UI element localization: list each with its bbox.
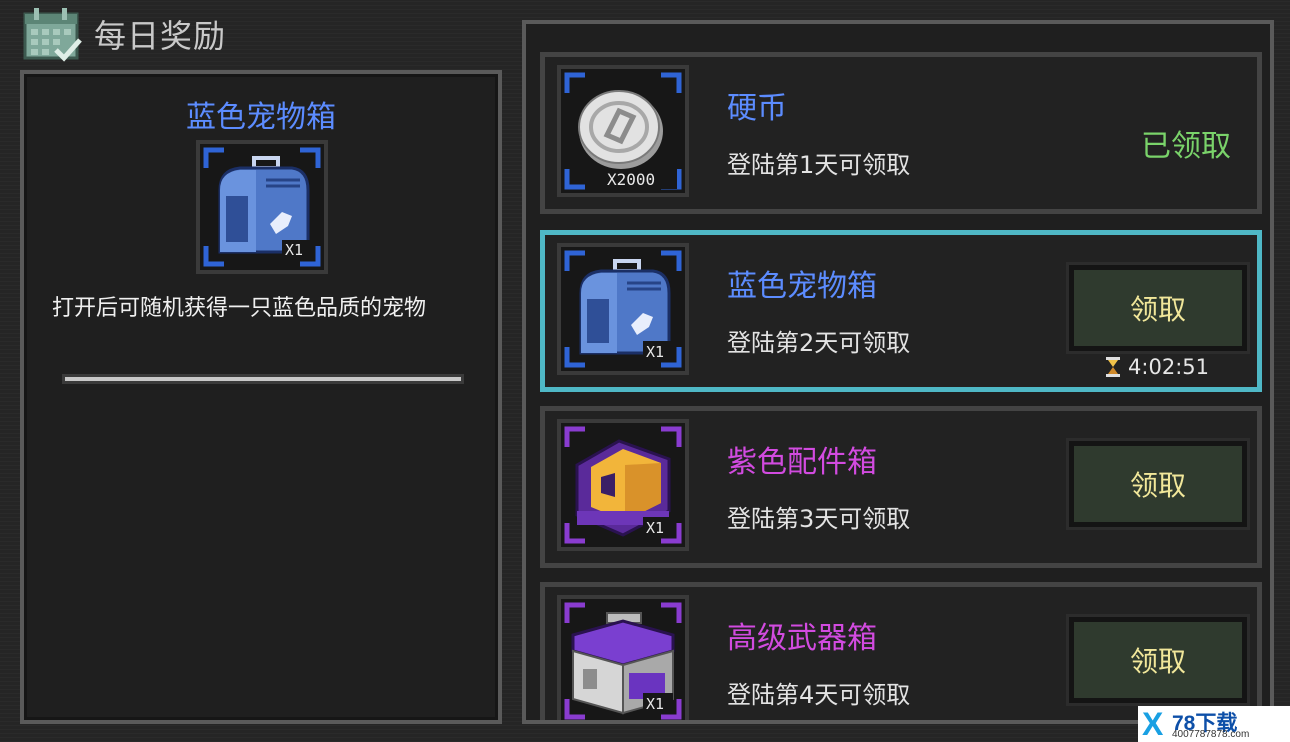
blue-pet-crate-icon: X1 [557,243,689,375]
divider-bar [62,374,464,384]
reward-name: 紫色配件箱 [727,445,877,480]
reward-condition: 登陆第2天可领取 [727,329,911,357]
reward-detail-panel: 蓝色宠物箱 X1 打开后可随机获得一只蓝色品质的宠物 [20,70,502,724]
reward-name: 高级武器箱 [727,621,877,656]
reward-qty: X1 [646,343,664,361]
reward-qty: X1 [646,519,664,537]
reward-name: 硬币 [727,91,787,126]
purple-parts-box-icon: X1 [557,419,689,551]
reward-qty: X1 [646,695,664,713]
claimed-status: 已领取 [1141,129,1231,164]
reward-condition: 登陆第4天可领取 [727,681,911,709]
detail-title: 蓝色宠物箱 [186,100,336,135]
reward-row-day1[interactable]: X2000 硬币 登陆第1天可领取 已领取 [540,52,1262,214]
timer-text: 4:02:51 [1128,355,1209,379]
reward-row-day2[interactable]: X1 蓝色宠物箱 登陆第2天可领取 领取 4:02:51 [540,230,1262,392]
detail-qty: X1 [285,241,303,259]
watermark-logo: X [1142,706,1164,742]
reward-condition: 登陆第1天可领取 [727,151,911,179]
claim-button[interactable]: 领取 [1066,614,1250,706]
reward-row-day4[interactable]: X1 高级武器箱 登陆第4天可领取 领取 [540,582,1262,720]
countdown-timer: 4:02:51 [1106,355,1209,379]
weapon-case-icon: X1 [557,595,689,720]
reward-condition: 登陆第3天可领取 [727,505,911,533]
page-header: 每日奖励 [22,4,226,64]
reward-qty: X2000 [607,170,655,189]
calendar-check-icon [22,6,84,62]
reward-name: 蓝色宠物箱 [727,269,877,304]
hourglass-icon [1106,357,1121,377]
claim-button[interactable]: 领取 [1066,438,1250,530]
detail-description: 打开后可随机获得一只蓝色品质的宠物 [52,296,427,321]
silver-coin-icon: X2000 [557,65,689,197]
claim-button[interactable]: 领取 [1066,262,1250,354]
blue-pet-crate-icon: X1 [196,140,328,274]
watermark-url: 4007787878.com [1172,729,1250,740]
reward-row-day3[interactable]: X1 紫色配件箱 登陆第3天可领取 领取 [540,406,1262,568]
page-title: 每日奖励 [94,17,227,55]
reward-list-panel[interactable]: X2000 硬币 登陆第1天可领取 已领取 X1 蓝色宠物箱 登陆第2天可领取 … [522,20,1274,724]
site-watermark: X 78下载 4007787878.com [1138,706,1290,742]
